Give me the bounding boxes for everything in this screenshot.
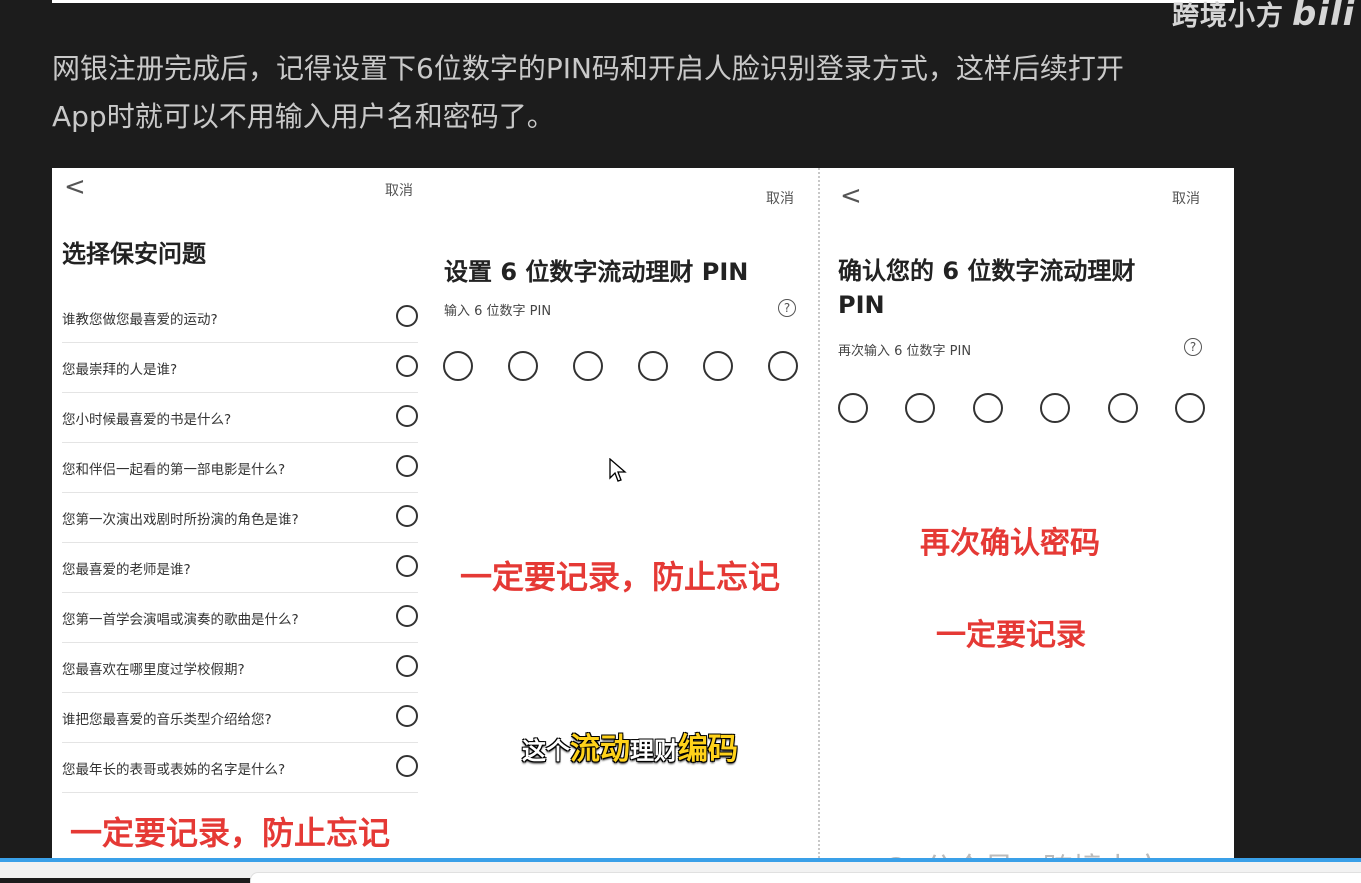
cancel-button[interactable]: 取消 xyxy=(1172,188,1200,208)
back-icon[interactable]: < xyxy=(840,181,862,211)
question-text: 您最喜欢在哪里度过学校假期? xyxy=(62,662,245,678)
annotation-confirm: 再次确认密码 xyxy=(920,526,1100,561)
bilibili-logo-icon: bili xyxy=(1292,0,1356,34)
question-row[interactable]: 您最喜欢在哪里度过学校假期? xyxy=(62,642,418,693)
pin-digit[interactable] xyxy=(1040,393,1070,423)
radio-button[interactable] xyxy=(396,705,418,727)
question-row[interactable]: 您最年长的表哥或表姊的名字是什么? xyxy=(62,742,418,793)
question-row[interactable]: 谁把您最喜爱的音乐类型介绍给您? xyxy=(62,692,418,743)
annotation-record-3: 一定要记录 xyxy=(936,618,1086,653)
radio-button[interactable] xyxy=(396,505,418,527)
security-question-title: 选择保安问题 xyxy=(62,240,206,268)
question-text: 您最喜爱的老师是谁? xyxy=(62,562,191,578)
paragraph-line-2: App时就可以不用输入用户名和密码了。 xyxy=(52,100,555,133)
pin-digit[interactable] xyxy=(443,351,473,381)
pin-digit[interactable] xyxy=(1108,393,1138,423)
pin-digit[interactable] xyxy=(703,351,733,381)
watermark-top: 跨境小方 bili xyxy=(1172,0,1355,34)
question-row[interactable]: 您第一次演出戏剧时所扮演的角色是谁? xyxy=(62,492,418,543)
radio-button[interactable] xyxy=(396,305,418,327)
question-row[interactable]: 谁教您做您最喜爱的运动? xyxy=(62,292,418,343)
pin-input-label: 输入 6 位数字 PIN xyxy=(444,304,552,319)
confirm-pin-title-line-2: PIN xyxy=(838,291,885,319)
pin-digit[interactable] xyxy=(838,393,868,423)
annotation-record-1: 一定要记录，防止忘记 xyxy=(70,814,391,852)
pin-digit[interactable] xyxy=(768,351,798,381)
caption-part: 理财 xyxy=(630,737,678,765)
question-text: 谁教您做您最喜爱的运动? xyxy=(62,312,218,328)
pin-reenter-label: 再次输入 6 位数字 PIN xyxy=(838,344,972,359)
watermark-text: 跨境小方 xyxy=(1172,1,1284,32)
question-text: 您第一次演出戏剧时所扮演的角色是谁? xyxy=(62,512,299,528)
set-pin-title: 设置 6 位数字流动理财 PIN xyxy=(444,258,749,286)
back-icon[interactable]: < xyxy=(64,172,86,202)
confirm-pin-title: 确认您的 6 位数字流动理财 PIN xyxy=(838,254,1135,322)
pin-digit[interactable] xyxy=(905,393,935,423)
question-text: 您最年长的表哥或表姊的名字是什么? xyxy=(62,762,286,778)
radio-button[interactable] xyxy=(396,655,418,677)
mouse-cursor-icon xyxy=(609,458,627,482)
radio-button[interactable] xyxy=(396,755,418,777)
pin-digit[interactable] xyxy=(573,351,603,381)
pin-digit[interactable] xyxy=(1175,393,1205,423)
help-icon[interactable]: ? xyxy=(1184,338,1202,356)
video-caption: 这个流动理财编码 xyxy=(522,724,738,768)
cancel-button[interactable]: 取消 xyxy=(385,180,413,200)
caption-highlight: 流动 xyxy=(570,732,630,767)
screenshot-panel: < 取消 选择保安问题 谁教您做您最喜爱的运动? 您最崇拜的人是谁? 您小时候最… xyxy=(52,168,1234,862)
question-text: 您第一首学会演唱或演奏的歌曲是什么? xyxy=(62,612,299,628)
question-row[interactable]: 您最喜爱的老师是谁? xyxy=(62,542,418,593)
annotation-record-2: 一定要记录，防止忘记 xyxy=(460,558,781,596)
cancel-button[interactable]: 取消 xyxy=(766,188,794,208)
radio-button[interactable] xyxy=(396,405,418,427)
question-text: 您和伴侣一起看的第一部电影是什么? xyxy=(62,462,286,478)
radio-button[interactable] xyxy=(396,555,418,577)
pin-digit[interactable] xyxy=(638,351,668,381)
radio-button[interactable] xyxy=(396,605,418,627)
question-text: 谁把您最喜爱的音乐类型介绍给您? xyxy=(62,712,272,728)
caption-part: 这个 xyxy=(522,737,570,765)
caption-highlight: 编码 xyxy=(678,732,738,767)
pin-digit[interactable] xyxy=(973,393,1003,423)
help-icon[interactable]: ? xyxy=(778,299,796,317)
top-divider xyxy=(52,0,1234,3)
pin-digit[interactable] xyxy=(508,351,538,381)
question-row[interactable]: 您第一首学会演唱或演奏的歌曲是什么? xyxy=(62,592,418,643)
question-row[interactable]: 您小时候最喜爱的书是什么? xyxy=(62,392,418,443)
question-row[interactable]: 您最崇拜的人是谁? xyxy=(62,342,418,393)
radio-button[interactable] xyxy=(396,355,418,377)
confirm-pin-title-line-1: 确认您的 6 位数字流动理财 xyxy=(838,257,1136,285)
question-row[interactable]: 您和伴侣一起看的第一部电影是什么? xyxy=(62,442,418,493)
article-paragraph: 网银注册完成后，记得设置下6位数字的PIN码和开启人脸识别登录方式，这样后续打开… xyxy=(52,45,1252,141)
screen-divider xyxy=(818,168,820,862)
question-text: 您小时候最喜爱的书是什么? xyxy=(62,412,232,428)
question-text: 您最崇拜的人是谁? xyxy=(62,362,178,378)
paragraph-line-1: 网银注册完成后，记得设置下6位数字的PIN码和开启人脸识别登录方式，这样后续打开 xyxy=(52,52,1124,85)
radio-button[interactable] xyxy=(396,455,418,477)
